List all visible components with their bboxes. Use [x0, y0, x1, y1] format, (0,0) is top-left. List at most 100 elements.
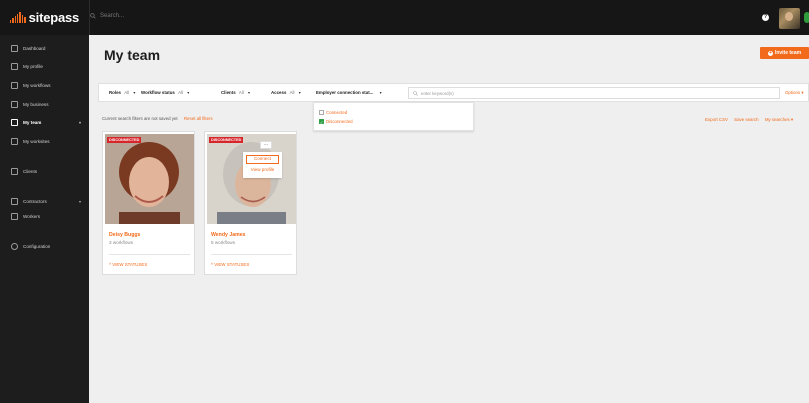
employer-connection-filter[interactable]: Employer connection stat... ▾ — [316, 90, 382, 95]
connect-button[interactable]: Connect — [246, 155, 279, 164]
view-statuses-link[interactable]: ^ VIEW STATUSES — [109, 262, 147, 267]
main-content: My team + Invite team Roles All ▾ Workfl… — [89, 35, 809, 403]
chevron-down-icon: ▾ — [801, 90, 804, 95]
id-card-icon — [11, 62, 18, 70]
team-member-card[interactable]: DISCONNECTED Deisy Buggs 3 workflows ^ V… — [102, 131, 195, 275]
workflow-status-filter[interactable]: Workflow status All ▾ — [141, 90, 189, 95]
member-photo: DISCONNECTED — [105, 134, 194, 224]
logo-bars-icon — [9, 12, 26, 23]
user-avatar[interactable] — [779, 8, 800, 29]
page-title: My team — [104, 47, 161, 63]
view-statuses-link[interactable]: ^ VIEW STATUSES — [211, 262, 249, 267]
clients-filter-value: All — [238, 90, 244, 95]
sidebar-item-my-profile[interactable]: My profile — [0, 60, 89, 72]
keyword-search-input[interactable]: enter keyword(s) — [408, 87, 780, 99]
notice-text: Current search filters are not saved yet — [102, 116, 178, 121]
card-divider — [109, 254, 190, 255]
sidebar: Dashboard My profile My workflows My bus… — [0, 35, 89, 403]
building-icon — [11, 100, 18, 108]
top-bar: sitepass Search... ? — [0, 0, 809, 35]
sidebar-item-label: My profile — [23, 63, 43, 69]
member-name[interactable]: Wendy James — [211, 232, 246, 238]
sidebar-item-dashboard[interactable]: Dashboard — [0, 42, 89, 54]
sidebar-item-my-workflows[interactable]: My workflows — [0, 79, 89, 91]
status-badge: DISCONNECTED — [107, 137, 142, 143]
chevron-down-icon: ▾ — [298, 90, 301, 95]
search-icon — [90, 13, 96, 19]
clients-filter[interactable]: Clients All ▾ — [221, 90, 250, 95]
roles-filter-label: Roles — [109, 90, 121, 95]
reset-filters-link[interactable]: Reset all filters — [184, 116, 213, 121]
workflow-icon — [11, 81, 18, 89]
member-photo: DISCONNECTED — [207, 134, 296, 224]
disconnected-option-label: Disconnected — [326, 119, 353, 124]
clients-filter-label: Clients — [221, 90, 236, 95]
employer-connection-filter-label: Employer connection stat... — [316, 90, 374, 95]
workflow-status-filter-label: Workflow status — [141, 90, 175, 95]
card-menu-icon[interactable]: ... — [260, 141, 272, 149]
access-filter[interactable]: Access All ▾ — [271, 90, 301, 95]
search-placeholder: Search... — [100, 13, 125, 19]
search-icon — [413, 90, 418, 96]
disconnected-option[interactable]: ✓ Disconnected — [319, 119, 353, 125]
sidebar-item-my-business[interactable]: My business — [0, 98, 89, 110]
sidebar-item-label: My business — [23, 101, 49, 107]
options-label: Options — [785, 90, 801, 95]
sidebar-item-contractors[interactable]: Contractors ▾ — [0, 195, 89, 207]
disconnected-checkbox[interactable]: ✓ — [319, 119, 324, 125]
member-name[interactable]: Deisy Buggs — [109, 232, 140, 238]
global-search[interactable]: Search... — [89, 0, 125, 35]
workflow-status-filter-value: All — [178, 90, 183, 95]
sidebar-item-label: Clients — [23, 168, 38, 174]
chevron-down-icon: ▾ — [133, 90, 136, 95]
member-workflows: 3 workflows — [109, 240, 133, 245]
sidebar-item-clients[interactable]: Clients — [0, 165, 89, 177]
access-filter-label: Access — [271, 90, 287, 95]
keyword-placeholder: enter keyword(s) — [421, 90, 454, 96]
roles-filter[interactable]: Roles All ▾ — [109, 90, 135, 95]
connected-option-label: Connected — [326, 110, 348, 115]
sidebar-item-label: My workflows — [23, 82, 51, 88]
access-filter-value: All — [289, 90, 295, 95]
filter-bar: Roles All ▾ Workflow status All ▾ Client… — [98, 83, 809, 102]
connected-option[interactable]: Connected — [319, 110, 347, 115]
gear-icon — [11, 242, 18, 250]
clients-icon — [11, 167, 18, 175]
sidebar-item-label: Configuration — [23, 243, 51, 249]
member-portrait — [105, 134, 194, 224]
sidebar-item-label: My team — [23, 119, 42, 125]
search-actions: Export CSV Save search My searches ▾ — [700, 117, 793, 123]
sitepass-logo[interactable]: sitepass — [0, 0, 89, 35]
card-divider — [211, 254, 292, 255]
chevron-down-icon: ▾ — [78, 198, 81, 204]
options-dropdown[interactable]: Options ▾ — [785, 90, 804, 96]
roles-filter-value: All — [124, 90, 130, 95]
online-status-indicator — [804, 12, 809, 23]
search-divider — [89, 0, 90, 35]
sidebar-item-my-team[interactable]: My team ▾ — [0, 116, 89, 128]
home-icon — [11, 44, 18, 52]
chevron-down-icon: ▾ — [248, 90, 251, 95]
sidebar-item-my-worksites[interactable]: My worksites — [0, 135, 89, 147]
sidebar-item-label: My worksites — [23, 138, 50, 144]
connected-checkbox[interactable] — [319, 110, 324, 115]
brand-name: sitepass — [28, 10, 80, 25]
status-badge: DISCONNECTED — [209, 137, 244, 143]
my-searches-link[interactable]: My searches ▾ — [765, 117, 793, 122]
chevron-down-icon: ▾ — [379, 90, 382, 95]
unsaved-filters-notice: Current search filters are not saved yet… — [102, 116, 213, 121]
chevron-down-icon: ▾ — [78, 119, 81, 125]
chevron-down-icon: ▾ — [187, 90, 190, 95]
member-portrait — [207, 134, 296, 224]
worksite-icon — [11, 137, 18, 145]
invite-team-label: Invite team — [774, 50, 802, 56]
sidebar-item-workers[interactable]: Workers — [0, 210, 89, 222]
invite-team-button[interactable]: + Invite team — [760, 47, 809, 59]
worker-icon — [11, 212, 18, 220]
sidebar-item-configuration[interactable]: Configuration — [0, 240, 89, 252]
save-search-link[interactable]: Save search — [734, 117, 758, 122]
help-icon[interactable]: ? — [762, 14, 769, 21]
view-profile-link[interactable]: View profile — [243, 167, 282, 172]
export-csv-link[interactable]: Export CSV — [705, 117, 728, 122]
sidebar-item-label: Workers — [23, 213, 41, 219]
